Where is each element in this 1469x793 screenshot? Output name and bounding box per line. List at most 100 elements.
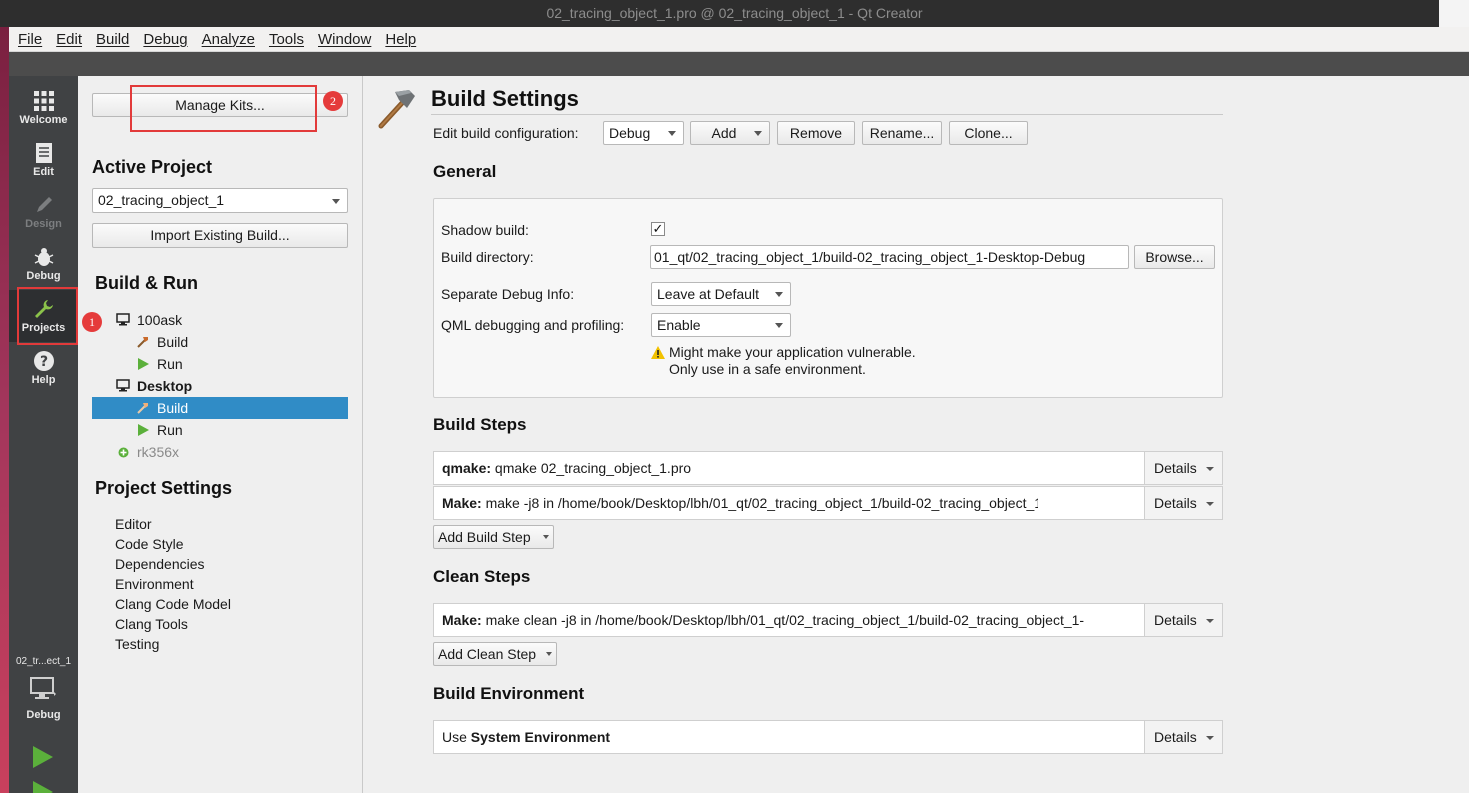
run-icon bbox=[138, 424, 149, 436]
bug-icon bbox=[34, 248, 53, 266]
settings-item-clang-tools[interactable]: Clang Tools bbox=[115, 616, 188, 632]
separate-debug-label: Separate Debug Info: bbox=[441, 286, 575, 302]
kit-desktop-build[interactable]: Build bbox=[92, 397, 348, 419]
settings-item-code-style[interactable]: Code Style bbox=[115, 536, 183, 552]
mode-edit[interactable]: Edit bbox=[9, 134, 78, 186]
build-environment-summary: Use System Environment bbox=[442, 729, 1142, 745]
add-config-button[interactable]: Add bbox=[690, 121, 770, 145]
build-config-select[interactable]: Debug bbox=[603, 121, 684, 145]
build-directory-input[interactable]: 01_qt/02_tracing_object_1/build-02_traci… bbox=[650, 245, 1129, 269]
rename-config-button[interactable]: Rename... bbox=[862, 121, 942, 145]
settings-item-editor[interactable]: Editor bbox=[115, 516, 152, 532]
remove-config-button[interactable]: Remove bbox=[777, 121, 855, 145]
kit-100ask-run-label: Run bbox=[157, 356, 183, 372]
manage-kits-annotation-box bbox=[130, 85, 317, 132]
kit-100ask-build[interactable]: Build bbox=[92, 331, 348, 353]
chevron-down-icon bbox=[1206, 467, 1214, 471]
chevron-down-icon bbox=[332, 198, 340, 204]
mode-edit-label: Edit bbox=[33, 166, 54, 178]
import-existing-build-button[interactable]: Import Existing Build... bbox=[92, 223, 348, 248]
menu-tools[interactable]: Tools bbox=[269, 31, 304, 48]
clean-step[interactable]: Make: make clean -j8 in /home/book/Deskt… bbox=[433, 603, 1223, 637]
qml-debugging-select[interactable]: Enable bbox=[651, 313, 791, 337]
menu-file[interactable]: File bbox=[18, 31, 42, 48]
build-settings-page: Build Settings Edit build configuration:… bbox=[363, 76, 1469, 793]
kit-desktop[interactable]: Desktop bbox=[92, 375, 348, 397]
menu-window[interactable]: Window bbox=[318, 31, 371, 48]
mode-help-label: Help bbox=[31, 374, 56, 386]
checkmark-icon: ✓ bbox=[652, 221, 664, 236]
add-clean-step-button[interactable]: Add Clean Step bbox=[433, 642, 557, 666]
mode-help[interactable]: ? Help bbox=[9, 342, 78, 394]
page-title: Build Settings bbox=[431, 86, 579, 111]
monitor-icon[interactable] bbox=[30, 676, 56, 702]
qml-debugging-label: QML debugging and profiling: bbox=[441, 317, 625, 333]
add-config-label: Add bbox=[711, 125, 737, 141]
clean-steps-heading: Clean Steps bbox=[433, 567, 531, 586]
chevron-down-icon bbox=[775, 323, 783, 328]
chevron-down-icon bbox=[1206, 619, 1214, 623]
run-icon bbox=[138, 358, 149, 370]
kit-desktop-run-label: Run bbox=[157, 422, 183, 438]
debug-run-icon[interactable] bbox=[31, 779, 55, 793]
menu-help[interactable]: Help bbox=[385, 31, 416, 48]
menu-build[interactable]: Build bbox=[96, 31, 129, 48]
annotation-badge-1: 1 bbox=[82, 312, 102, 332]
make-step-command: make -j8 in /home/book/Desktop/lbh/01_qt… bbox=[485, 495, 1038, 511]
kit-desktop-build-label: Build bbox=[157, 400, 189, 416]
browse-button[interactable]: Browse... bbox=[1134, 245, 1215, 269]
separate-debug-select[interactable]: Leave at Default bbox=[651, 282, 791, 306]
kit-target-label: 02_tr...ect_1 bbox=[15, 656, 72, 667]
settings-item-environment[interactable]: Environment bbox=[115, 576, 194, 592]
clone-config-button[interactable]: Clone... bbox=[949, 121, 1028, 145]
chevron-down-icon bbox=[754, 131, 762, 136]
shadow-build-label: Shadow build: bbox=[441, 222, 529, 238]
menu-debug[interactable]: Debug bbox=[143, 31, 187, 48]
monitor-icon bbox=[116, 313, 130, 326]
menu-bar: File Edit Build Debug Analyze Tools Wind… bbox=[9, 27, 1469, 52]
svg-text:?: ? bbox=[39, 354, 47, 370]
build-environment-details-button[interactable]: Details bbox=[1144, 721, 1222, 753]
window-titlebar: 02_tracing_object_1.pro @ 02_tracing_obj… bbox=[0, 0, 1469, 27]
make-step-summary: Make: make -j8 in /home/book/Desktop/lbh… bbox=[442, 495, 1038, 511]
build-config-value: Debug bbox=[609, 125, 651, 141]
details-label: Details bbox=[1154, 612, 1197, 628]
mode-debug[interactable]: Debug bbox=[9, 238, 78, 290]
kit-rk356x[interactable]: rk356x bbox=[92, 441, 348, 463]
warning-line-1: Might make your application vulnerable. bbox=[669, 344, 916, 360]
build-environment-row[interactable]: Use System Environment Details bbox=[433, 720, 1223, 754]
chevron-down-icon bbox=[668, 131, 676, 136]
clean-step-details-button[interactable]: Details bbox=[1144, 604, 1222, 636]
make-step[interactable]: Make: make -j8 in /home/book/Desktop/lbh… bbox=[433, 486, 1223, 520]
run-icon[interactable] bbox=[31, 744, 55, 770]
qml-debugging-value: Enable bbox=[657, 317, 701, 333]
settings-item-dependencies[interactable]: Dependencies bbox=[115, 556, 205, 572]
clean-step-type: Make: bbox=[442, 612, 482, 628]
mode-selector: Welcome Edit Design Debug Projects ? Hel… bbox=[9, 76, 78, 793]
kit-100ask-run[interactable]: Run bbox=[92, 353, 348, 375]
settings-item-testing[interactable]: Testing bbox=[115, 636, 159, 652]
build-environment-prefix: Use bbox=[442, 729, 471, 745]
qmake-step-type: qmake: bbox=[442, 460, 492, 476]
details-label: Details bbox=[1154, 460, 1197, 476]
kit-desktop-run[interactable]: Run bbox=[92, 419, 348, 441]
hammer-icon bbox=[137, 337, 148, 348]
make-step-type: Make: bbox=[442, 495, 482, 511]
kit-rk356x-label: rk356x bbox=[137, 444, 180, 460]
menu-analyze[interactable]: Analyze bbox=[202, 31, 255, 48]
make-step-details-button[interactable]: Details bbox=[1144, 487, 1222, 519]
mode-welcome[interactable]: Welcome bbox=[9, 82, 78, 134]
mode-design[interactable]: Design bbox=[9, 186, 78, 238]
qmake-step[interactable]: qmake: qmake 02_tracing_object_1.pro Det… bbox=[433, 451, 1223, 485]
kit-100ask[interactable]: 100ask bbox=[92, 309, 348, 331]
qmake-step-details-button[interactable]: Details bbox=[1144, 452, 1222, 484]
shadow-build-checkbox[interactable]: ✓ bbox=[651, 222, 665, 236]
hammer-icon bbox=[378, 90, 415, 129]
active-project-select[interactable]: 02_tracing_object_1 bbox=[92, 188, 348, 213]
add-build-step-button[interactable]: Add Build Step bbox=[433, 525, 554, 549]
settings-item-clang-code-model[interactable]: Clang Code Model bbox=[115, 596, 231, 612]
chevron-down-icon bbox=[1206, 502, 1214, 506]
qmake-step-command: qmake 02_tracing_object_1.pro bbox=[491, 460, 692, 476]
menu-edit[interactable]: Edit bbox=[56, 31, 82, 48]
active-project-value: 02_tracing_object_1 bbox=[98, 192, 225, 208]
